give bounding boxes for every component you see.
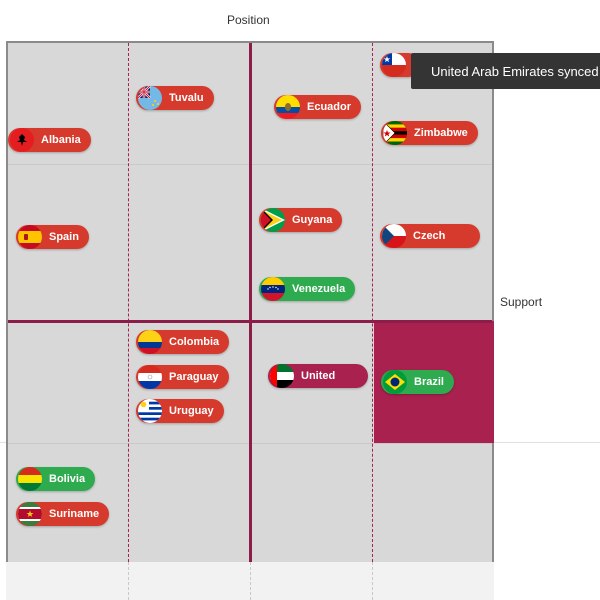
chile-flag-icon xyxy=(382,53,406,77)
country-chip-tuvalu[interactable]: Tuvalu xyxy=(136,86,214,110)
colombia-flag-icon xyxy=(138,330,162,354)
gridline xyxy=(372,43,373,562)
chip-label: Suriname xyxy=(49,508,100,520)
chip-label: Guyana xyxy=(292,214,333,226)
country-chip-paraguay[interactable]: Paraguay xyxy=(136,365,229,389)
czech-flag-icon xyxy=(382,224,406,248)
country-chip-united-arab-emirates[interactable]: United xyxy=(268,364,368,388)
gridline xyxy=(128,43,129,562)
chip-label: Colombia xyxy=(169,336,220,348)
albania-flag-icon xyxy=(10,128,34,152)
zimbabwe-flag-icon xyxy=(383,121,407,145)
brazil-flag-icon xyxy=(383,370,407,394)
chip-label: United xyxy=(301,370,336,382)
chip-label: Bolivia xyxy=(49,473,86,485)
country-chip-suriname[interactable]: Suriname xyxy=(16,502,110,526)
bolivia-flag-icon xyxy=(18,467,42,491)
tooltip-text: United Arab Emirates synced xyxy=(431,63,599,79)
venezuela-flag-icon xyxy=(261,277,285,301)
ecuador-flag-icon xyxy=(276,95,300,119)
chip-label: Uruguay xyxy=(169,405,214,417)
country-chip-ecuador[interactable]: Ecuador xyxy=(274,95,362,119)
divider xyxy=(250,562,251,600)
chip-label: Zimbabwe xyxy=(414,127,468,139)
quadrant-divider-vertical xyxy=(249,43,252,562)
country-chip-bolivia[interactable]: Bolivia xyxy=(16,467,96,491)
chip-label: Venezuela xyxy=(292,283,346,295)
chip-label: Tuvalu xyxy=(169,92,204,104)
divider xyxy=(128,562,129,600)
spain-flag-icon xyxy=(18,225,42,249)
country-chip-venezuela[interactable]: Venezuela xyxy=(259,277,356,301)
country-chip-albania[interactable]: Albania xyxy=(8,128,91,152)
country-chip-brazil[interactable]: Brazil xyxy=(381,370,454,394)
chip-label: Albania xyxy=(41,134,81,146)
country-chip-guyana[interactable]: Guyana xyxy=(259,208,343,232)
guyana-flag-icon xyxy=(261,208,285,232)
country-chip-zimbabwe[interactable]: Zimbabwe xyxy=(381,121,478,145)
chip-label: Paraguay xyxy=(169,371,219,383)
support-axis-label: Support xyxy=(500,295,543,309)
position-axis-label: Position xyxy=(227,13,270,27)
suriname-flag-icon xyxy=(18,502,42,526)
country-chip-colombia[interactable]: Colombia xyxy=(136,330,230,354)
uruguay-flag-icon xyxy=(138,399,162,423)
uae-flag-icon xyxy=(270,364,294,388)
quadrant-divider-horizontal xyxy=(8,320,492,323)
chip-label: Brazil xyxy=(414,376,444,388)
sync-tooltip: United Arab Emirates synced xyxy=(411,53,600,89)
country-chip-uruguay[interactable]: Uruguay xyxy=(136,399,224,423)
chip-label: Spain xyxy=(49,231,79,243)
chip-label: Ecuador xyxy=(307,101,352,113)
country-chip-czech[interactable]: Czech xyxy=(380,224,480,248)
paraguay-flag-icon xyxy=(138,365,162,389)
divider xyxy=(372,562,373,600)
chip-label: Czech xyxy=(413,230,446,242)
tuvalu-flag-icon xyxy=(138,86,162,110)
country-chip-spain[interactable]: Spain xyxy=(16,225,89,249)
